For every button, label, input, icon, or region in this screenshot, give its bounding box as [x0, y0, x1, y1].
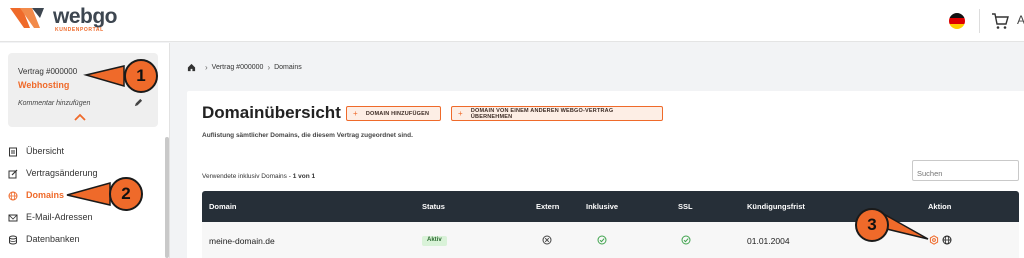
- de-flag-icon[interactable]: [949, 13, 965, 29]
- page-title: Domainübersicht: [202, 103, 341, 122]
- breadcrumb-current: Domains: [274, 64, 302, 71]
- webgo-logo[interactable]: webgo KUNDENPORTAL: [10, 5, 118, 36]
- transfer-domain-button[interactable]: + DOMAIN VON EINEM ANDEREN WEBGO-VERTRAG…: [451, 106, 663, 121]
- email-icon: [8, 214, 18, 222]
- page-subtitle: Auflistung sämtlicher Domains, die diese…: [202, 132, 413, 139]
- sidebar-item-email-adressen[interactable]: E-Mail-Adressen: [0, 209, 165, 227]
- col-domain[interactable]: Domain: [209, 202, 237, 211]
- sidebar-item-label: Vertragsänderung: [26, 168, 98, 178]
- settings-icon[interactable]: [929, 235, 939, 245]
- col-ssl[interactable]: SSL: [678, 202, 693, 211]
- cart-icon[interactable]: [991, 12, 1009, 30]
- logo-subtitle: KUNDENPORTAL: [55, 27, 104, 33]
- table-header: Domain Status Extern Inklusive SSL Kündi…: [202, 191, 1019, 222]
- domain-count: Verwendete inklusiv Domains - 1 von 1: [202, 173, 315, 180]
- col-kuendigungsfrist[interactable]: Kündigungsfrist: [747, 202, 805, 211]
- sidebar-item-datenbanken[interactable]: Datenbanken: [0, 231, 165, 249]
- check-circle-icon: [597, 235, 607, 245]
- callout-3-number: 3: [855, 208, 889, 242]
- sidebar-item-label: Übersicht: [26, 146, 65, 156]
- sidebar-item-uebersicht[interactable]: Übersicht: [0, 143, 165, 161]
- domain-count-prefix: Verwendete inklusiv Domains -: [202, 173, 293, 180]
- header-divider: [979, 9, 980, 33]
- content-panel: Domainübersicht + DOMAIN HINZUFÜGEN + DO…: [187, 91, 1024, 258]
- status-badge: Aktiv: [422, 236, 447, 246]
- add-domain-label: DOMAIN HINZUFÜGEN: [365, 110, 430, 117]
- sidebar-item-label: Datenbanken: [26, 234, 80, 244]
- transfer-domain-label: DOMAIN VON EINEM ANDEREN WEBGO-VERTRAG Ü…: [470, 107, 614, 120]
- webgo-logo-mark-icon: [10, 8, 44, 28]
- domain-count-value: 1 von 1: [292, 173, 316, 180]
- search-input[interactable]: [912, 160, 1019, 181]
- main-area: › Vertrag #000000 › Domains Domainübersi…: [171, 43, 1024, 258]
- breadcrumb: › Vertrag #000000 › Domains: [187, 63, 302, 72]
- callout-1-number: 1: [124, 59, 158, 93]
- domain-name[interactable]: meine-domain.de: [209, 236, 275, 246]
- plus-icon: +: [458, 109, 463, 118]
- add-domain-button[interactable]: + DOMAIN HINZUFÜGEN: [346, 106, 441, 121]
- contract-number: Vertrag #000000: [18, 67, 78, 76]
- plus-icon: +: [353, 109, 358, 118]
- chevron-right-icon: ›: [267, 63, 271, 72]
- globe-icon[interactable]: [942, 235, 952, 245]
- chevron-right-icon: ›: [205, 63, 208, 72]
- sidebar-item-vertragsaenderung[interactable]: Vertragsänderung: [0, 165, 165, 183]
- col-aktion: Aktion: [928, 202, 952, 211]
- table-row[interactable]: meine-domain.de Aktiv 01.01.2004: [202, 222, 1019, 258]
- database-icon: [9, 235, 17, 245]
- kuendigungsfrist-date: 01.01.2004: [747, 236, 790, 246]
- home-icon[interactable]: [187, 63, 196, 72]
- contract-product: Webhosting: [18, 80, 70, 90]
- callout-2-number: 2: [109, 177, 143, 211]
- top-header: webgo KUNDENPORTAL A: [0, 0, 1024, 42]
- col-inklusive[interactable]: Inklusive: [586, 202, 618, 211]
- user-menu-label[interactable]: A: [1017, 13, 1024, 27]
- col-extern[interactable]: Extern: [536, 202, 559, 211]
- chevron-up-icon[interactable]: [74, 113, 86, 121]
- sidebar-scrollbar[interactable]: [165, 137, 169, 258]
- breadcrumb-contract[interactable]: Vertrag #000000: [212, 64, 264, 71]
- x-circle-icon: [542, 235, 552, 245]
- globe-icon: [8, 191, 18, 201]
- overview-icon: [9, 147, 17, 157]
- logo-word: webgo: [53, 5, 118, 28]
- check-circle-icon: [681, 235, 691, 245]
- add-comment-link[interactable]: Kommentar hinzufügen: [18, 100, 90, 107]
- sidebar-item-label: Domains: [26, 190, 65, 200]
- sidebar-item-label: E-Mail-Adressen: [26, 212, 93, 222]
- edit-contract-icon: [8, 169, 18, 179]
- col-status[interactable]: Status: [422, 202, 445, 211]
- pencil-icon[interactable]: [134, 98, 143, 107]
